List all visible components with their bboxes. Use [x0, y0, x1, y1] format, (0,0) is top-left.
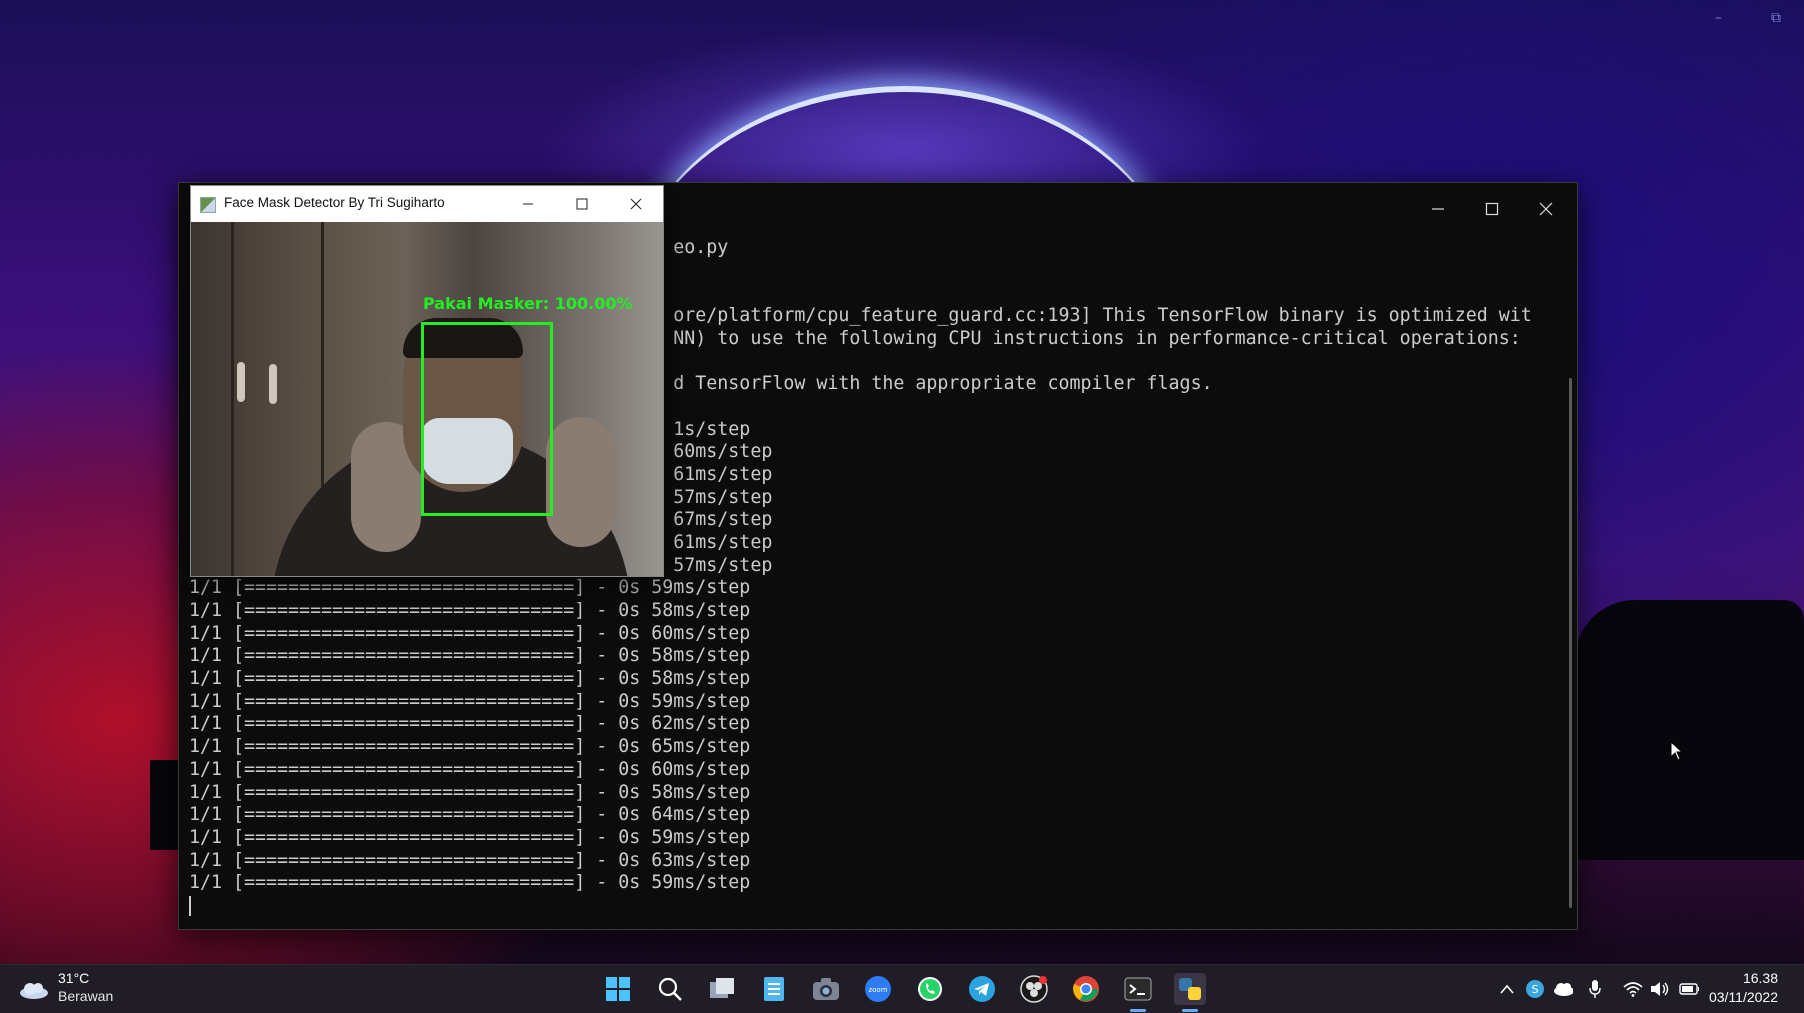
camera-maximize-button[interactable]	[555, 186, 609, 222]
weather-temperature[interactable]: 31°C	[58, 970, 89, 986]
cloud-icon	[20, 983, 48, 999]
door-handle	[237, 362, 245, 402]
taskbar: 31°C Berawan zoom S 16.38 03/11/2022	[0, 964, 1804, 1013]
notepad-icon[interactable]	[758, 973, 790, 1005]
terminal-line: 1/1 [==============================] - 0…	[189, 826, 751, 848]
start-icon[interactable]	[602, 973, 634, 1005]
minimize-icon	[1432, 208, 1444, 210]
wifi-icon[interactable]	[1623, 979, 1643, 999]
obs-icon[interactable]	[1018, 973, 1050, 1005]
terminal-minimize-button[interactable]	[1415, 189, 1461, 229]
search-icon[interactable]	[654, 973, 686, 1005]
onedrive-icon[interactable]	[1553, 979, 1573, 999]
minimize-icon	[523, 203, 533, 205]
close-icon	[630, 198, 642, 210]
terminal-line: 1/1 [==============================] - 0…	[189, 804, 751, 826]
battery-icon[interactable]	[1679, 979, 1699, 999]
camera-close-button[interactable]	[609, 186, 663, 222]
terminal-line: 1/1 [==============================] - 0…	[189, 736, 751, 758]
window-title: Face Mask Detector By Tri Sugiharto	[224, 195, 445, 210]
zoom-icon[interactable]: zoom	[862, 973, 894, 1005]
camera-feed: Pakai Masker: 100.00%	[191, 222, 663, 576]
camera-titlebar[interactable]: Face Mask Detector By Tri Sugiharto	[191, 186, 663, 222]
terminal-line: 1/1 [==============================] - 0…	[189, 622, 751, 644]
terminal-line: 1/1 [==============================] - 0…	[189, 577, 751, 599]
camera-icon[interactable]	[810, 973, 842, 1005]
task-view-icon[interactable]	[706, 973, 738, 1005]
maximize-icon	[1485, 202, 1499, 216]
wallpaper-silhouette	[1575, 600, 1804, 860]
terminal-line: 1/1 [==============================] - 0…	[189, 645, 751, 667]
chevron-up-icon[interactable]	[1497, 979, 1517, 999]
chrome-icon[interactable]	[1070, 973, 1102, 1005]
terminal-line: 1/1 [==============================] - 0…	[189, 713, 751, 735]
python-icon[interactable]	[1174, 973, 1206, 1005]
close-icon	[1539, 202, 1553, 216]
terminal-line: 1/1 [==============================] - 0…	[189, 781, 751, 803]
text-cursor	[189, 895, 191, 916]
app-icon	[200, 197, 216, 213]
desktop-restore-button[interactable]: ⧉	[1771, 10, 1781, 26]
door-edge	[231, 222, 234, 576]
terminal-scrollbar[interactable]	[1569, 378, 1572, 908]
skype-icon[interactable]: S	[1525, 979, 1545, 999]
detection-label: Pakai Masker: 100.00%	[423, 294, 633, 313]
clock-date[interactable]: 03/11/2022	[1709, 989, 1778, 1005]
mouse-pointer-icon	[1670, 741, 1684, 761]
svg-text:S: S	[1532, 983, 1539, 996]
terminal-close-button[interactable]	[1523, 189, 1569, 229]
whatsapp-icon[interactable]	[914, 973, 946, 1005]
person-arm	[546, 417, 616, 547]
face-mask-detector-window[interactable]: Face Mask Detector By Tri Sugiharto Paka…	[190, 185, 664, 577]
volume-icon[interactable]	[1650, 979, 1670, 999]
terminal-line: 1/1 [==============================] - 0…	[189, 872, 751, 894]
microphone-icon[interactable]	[1585, 979, 1605, 999]
wallpaper-silhouette-left	[150, 760, 180, 850]
telegram-icon[interactable]	[966, 973, 998, 1005]
terminal-line: 1/1 [==============================] - 0…	[189, 668, 751, 690]
terminal-line: 1/1 [==============================] - 0…	[189, 758, 751, 780]
maximize-icon	[576, 198, 588, 210]
camera-minimize-button[interactable]	[501, 186, 555, 222]
svg-text:zoom: zoom	[868, 986, 887, 994]
clock-time[interactable]: 16.38	[1743, 970, 1778, 986]
terminal-line: 1/1 [==============================] - 0…	[189, 849, 751, 871]
door-handle	[269, 364, 277, 404]
terminal-line: 1/1 [==============================] - 0…	[189, 600, 751, 621]
terminal-icon[interactable]	[1122, 973, 1154, 1005]
terminal-maximize-button[interactable]	[1469, 189, 1515, 229]
weather-description[interactable]: Berawan	[58, 988, 113, 1004]
terminal-prompt[interactable]	[189, 895, 1557, 918]
desktop-minimize-button[interactable]: –	[1715, 10, 1722, 26]
detection-bounding-box	[421, 322, 553, 516]
terminal-line: 1/1 [==============================] - 0…	[189, 690, 751, 712]
